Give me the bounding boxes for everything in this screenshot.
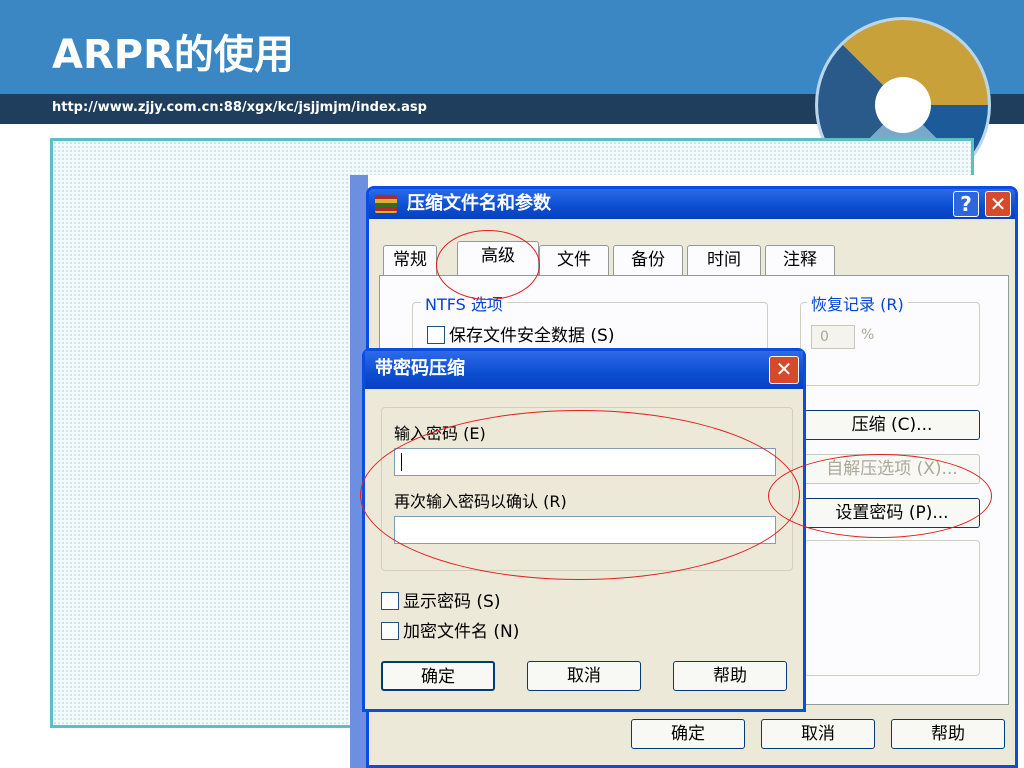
recovery-group-label: 恢复记录 (R) [807,291,908,315]
close-button[interactable]: ✕ [985,191,1011,217]
encrypt-filenames-checkbox[interactable] [381,622,399,640]
password-dialog: 带密码压缩 ✕ 输入密码 (E) 再次输入密码以确认 (R) 显示密码 (S) … [362,348,806,712]
main-help-button[interactable]: 帮助 [891,719,1005,749]
password-group: 输入密码 (E) 再次输入密码以确认 (R) [381,407,793,571]
encrypt-filenames-option[interactable]: 加密文件名 (N) [381,617,519,642]
tab-backup[interactable]: 备份 [613,245,683,275]
show-password-checkbox[interactable] [381,592,399,610]
password-help-button[interactable]: 帮助 [673,661,787,691]
tab-files[interactable]: 文件 [539,245,609,275]
text-cursor [401,453,402,471]
save-security-option[interactable]: 保存文件安全数据 (S) [427,321,614,346]
confirm-password-field[interactable] [394,516,776,544]
tab-advanced[interactable]: 高级 [457,241,539,276]
compress-button[interactable]: 压缩 (C)... [804,410,980,440]
enter-password-field[interactable] [394,448,776,476]
confirm-password-label: 再次输入密码以确认 (R) [394,492,567,511]
recovery-unit: % [861,327,875,343]
save-security-checkbox[interactable] [427,326,445,344]
winrar-icon [375,195,397,213]
password-ok-button[interactable]: 确定 [381,661,495,691]
set-password-button[interactable]: 设置密码 (P)... [804,498,980,528]
slide-title: ARPR的使用 [52,32,294,78]
encrypt-filenames-label: 加密文件名 (N) [403,622,520,642]
tab-comment[interactable]: 注释 [765,245,835,275]
recovery-spinner[interactable]: 0 [811,325,855,349]
recovery-group: 恢复记录 (R) 0 % [800,291,980,386]
password-close-button[interactable]: ✕ [769,356,799,384]
main-ok-button[interactable]: 确定 [631,719,745,749]
empty-group [804,540,980,676]
sfx-options-button[interactable]: 自解压选项 (X)... [804,454,980,484]
password-dialog-title: 带密码压缩 [375,358,465,379]
slide-url: http://www.zjjy.com.cn:88/xgx/kc/jsjjmjm… [52,100,427,115]
recovery-value: 0 [820,329,829,345]
main-cancel-button[interactable]: 取消 [761,719,875,749]
show-password-label: 显示密码 (S) [403,592,501,612]
enter-password-label: 输入密码 (E) [394,424,486,443]
main-dialog-title: 压缩文件名和参数 [407,193,551,214]
tab-time[interactable]: 时间 [687,245,761,275]
password-titlebar: 带密码压缩 ✕ [365,351,803,389]
main-titlebar: 压缩文件名和参数 ? ✕ [369,189,1015,219]
show-password-option[interactable]: 显示密码 (S) [381,587,500,612]
password-cancel-button[interactable]: 取消 [527,661,641,691]
ntfs-group-label: NTFS 选项 [421,291,507,315]
help-question-button[interactable]: ? [953,191,979,217]
tab-general[interactable]: 常规 [383,245,437,275]
save-security-label: 保存文件安全数据 (S) [449,326,615,346]
